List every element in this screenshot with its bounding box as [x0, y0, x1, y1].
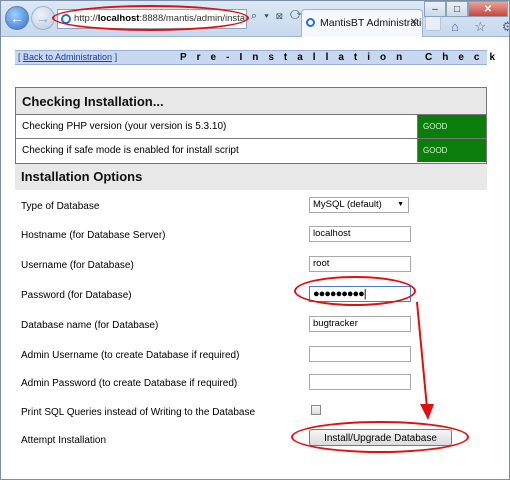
ie-tab-icon [306, 18, 315, 27]
address-bar[interactable]: http://localhost:8888/mantis/admin/insta… [57, 9, 247, 29]
database-type-select[interactable]: MySQL (default) ▼ [309, 197, 409, 213]
url-prefix: http:// [74, 13, 98, 24]
url-path: :8888/mantis/admin/install.php [139, 13, 246, 24]
username-label: Username (for Database) [21, 260, 134, 271]
close-window-button[interactable]: ✕ [468, 1, 508, 17]
database-type-value: MySQL (default) [313, 199, 382, 210]
row-password: Password (for Database) ●●●●●●●●●| [15, 286, 487, 316]
maximize-button[interactable]: □ [446, 1, 468, 17]
tab-title: MantisBT Administration - I... [320, 17, 422, 29]
page-header-bar: [ Back to Administration ] Pre-Installat… [15, 50, 495, 65]
row-database-name: Database name (for Database) bugtracker [15, 316, 487, 346]
back-to-administration-link[interactable]: Back to Administration [23, 52, 112, 62]
check-row-php-version: Checking PHP version (your version is 5.… [16, 115, 486, 139]
installation-options-heading: Installation Options [15, 164, 487, 190]
hostname-label: Hostname (for Database Server) [21, 230, 166, 241]
database-type-label: Type of Database [21, 201, 100, 212]
check-installation-table: Checking Installation... Checking PHP ve… [15, 87, 487, 164]
password-label: Password (for Database) [21, 290, 132, 301]
tab-close-icon[interactable]: ✕ [410, 10, 418, 36]
install-upgrade-database-button[interactable]: Install/Upgrade Database [309, 429, 452, 446]
password-input[interactable]: ●●●●●●●●●| [309, 286, 411, 302]
check-installation-heading: Checking Installation... [16, 88, 486, 115]
status-badge: GOOD [417, 139, 486, 162]
row-username: Username (for Database) root [15, 256, 487, 286]
browser-toolbar: ← → http://localhost:8888/mantis/admin/i… [1, 1, 509, 37]
admin-password-input[interactable] [309, 374, 411, 390]
admin-username-label: Admin Username (to create Database if re… [21, 350, 240, 361]
attempt-installation-label: Attempt Installation [21, 435, 107, 446]
page-content: [ Back to Administration ] Pre-Installat… [1, 38, 509, 479]
print-sql-label: Print SQL Queries instead of Writing to … [21, 407, 256, 418]
forward-button[interactable]: → [31, 6, 55, 30]
database-name-input[interactable]: bugtracker [309, 316, 411, 332]
breadcrumb: [ Back to Administration ] [18, 51, 117, 64]
row-admin-username: Admin Username (to create Database if re… [15, 346, 487, 376]
back-bracket-close: ] [112, 52, 118, 62]
check-label: Checking if safe mode is enabled for ins… [22, 145, 239, 156]
minimize-button[interactable]: – [424, 1, 446, 17]
row-hostname: Hostname (for Database Server) localhost [15, 226, 487, 256]
url-host: localhost [97, 13, 140, 24]
chevron-down-icon: ▼ [397, 201, 404, 208]
row-admin-password: Admin Password (to create Database if re… [15, 374, 487, 404]
check-row-safe-mode: Checking if safe mode is enabled for ins… [16, 139, 486, 163]
username-input[interactable]: root [309, 256, 411, 272]
admin-password-label: Admin Password (to create Database if re… [21, 378, 238, 389]
tab-mantisbt-admin[interactable]: MantisBT Administration - I... ✕ [301, 9, 423, 37]
print-sql-checkbox[interactable] [311, 405, 321, 415]
home-favorites-settings-icons[interactable]: ⌂ ☆ ⚙ [451, 19, 509, 35]
status-badge: GOOD [417, 115, 486, 138]
row-attempt-installation: Attempt Installation Install/Upgrade Dat… [15, 429, 487, 461]
page-title: Pre-Installation Check [180, 52, 506, 63]
check-label: Checking PHP version (your version is 5.… [22, 121, 227, 132]
browser-window: ← → http://localhost:8888/mantis/admin/i… [0, 0, 510, 480]
hostname-input[interactable]: localhost [309, 226, 411, 242]
database-name-label: Database name (for Database) [21, 320, 159, 331]
ie-page-icon [61, 14, 71, 24]
back-button[interactable]: ← [5, 6, 29, 30]
admin-username-input[interactable] [309, 346, 411, 362]
row-database-type: Type of Database MySQL (default) ▼ [15, 197, 487, 227]
